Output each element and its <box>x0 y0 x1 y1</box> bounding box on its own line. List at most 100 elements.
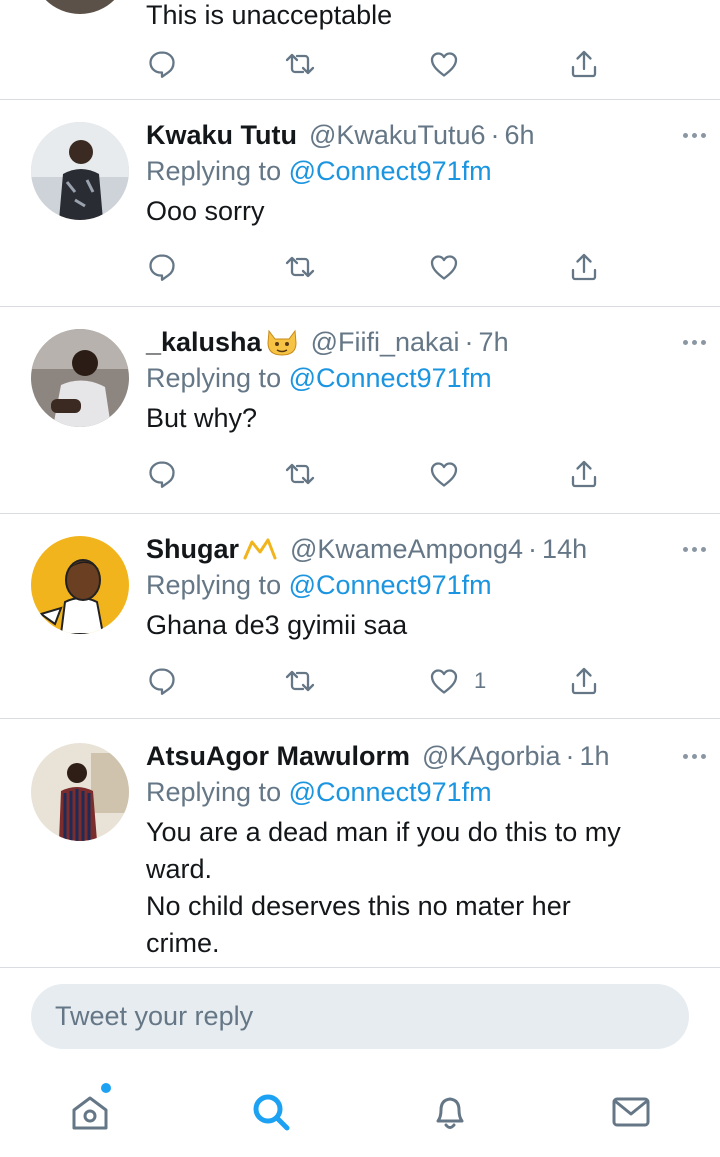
tweet-text-line: No child deserves this no mater her <box>146 891 571 921</box>
heart-icon <box>430 255 458 280</box>
timestamp: 6h <box>504 119 535 150</box>
tweet[interactable]: _kalusha @Fiifi_nakai · 7h Replying to @… <box>0 307 720 514</box>
tweet-text-line: crime. <box>146 928 220 958</box>
like-button[interactable] <box>428 48 460 80</box>
avatar[interactable] <box>31 743 129 841</box>
timestamp: 7h <box>478 326 509 357</box>
mention-link[interactable]: @Connect971fm <box>289 777 492 807</box>
like-button[interactable]: 1 <box>428 665 486 697</box>
home-icon <box>72 1096 108 1130</box>
mention-link[interactable]: @Connect971fm <box>289 570 492 600</box>
timestamp: 14h <box>542 533 588 564</box>
user-handle[interactable]: @KwameAmpong4 <box>290 534 523 565</box>
like-button[interactable] <box>428 251 474 283</box>
retweet-icon <box>285 256 315 278</box>
bottom-tab-bar <box>0 1063 720 1157</box>
tweet-text: Ooo sorry <box>146 196 265 226</box>
replying-to: Replying to @Connect971fm <box>146 570 492 600</box>
tweet-actions: 1 <box>146 665 616 705</box>
tweet-header: Kwaku Tutu @KwakuTutu6 · 6h <box>146 118 706 152</box>
reply-button[interactable] <box>146 665 178 697</box>
tweet[interactable]: Kwaku Tutu @KwakuTutu6 · 6h Replying to … <box>0 100 720 307</box>
reply-button[interactable] <box>146 458 178 490</box>
replying-to: Replying to @Connect971fm <box>146 156 492 186</box>
tweet-actions <box>146 48 616 88</box>
reply-button[interactable] <box>146 48 178 80</box>
share-button[interactable] <box>568 665 600 697</box>
tweet-text: But why? <box>146 403 258 433</box>
reply-icon <box>149 51 175 78</box>
tweet[interactable]: This is unacceptable <box>0 0 720 100</box>
tweet-text-line: You are a dead man if you do this to my <box>146 817 621 847</box>
more-options-icon[interactable] <box>683 325 706 359</box>
heart-icon <box>430 52 458 77</box>
tweet-actions <box>146 251 616 291</box>
tab-home[interactable] <box>65 1083 115 1137</box>
cat-face-emoji <box>265 327 299 357</box>
avatar[interactable] <box>31 329 129 427</box>
tweet-text: This is unacceptable <box>146 0 393 30</box>
separator-dot: · <box>490 119 500 150</box>
retweet-button[interactable] <box>284 251 316 283</box>
crown-emoji <box>242 536 278 562</box>
share-button[interactable] <box>568 458 600 490</box>
avatar[interactable] <box>31 536 129 634</box>
tweet-reply-input[interactable]: Tweet your reply <box>31 984 689 1049</box>
reply-bar: Tweet your reply <box>0 967 720 1063</box>
retweet-icon <box>285 670 315 692</box>
share-icon <box>571 667 597 695</box>
display-name[interactable]: AtsuAgor Mawulorm <box>146 741 410 772</box>
tweet-header: _kalusha @Fiifi_nakai · 7h <box>146 325 706 359</box>
retweet-icon <box>285 463 315 485</box>
share-button[interactable] <box>568 48 600 80</box>
reply-timeline: This is unacceptable Kwaku Tutu @KwakuTu… <box>0 0 720 967</box>
user-handle[interactable]: @Fiifi_nakai <box>311 327 460 358</box>
reply-icon <box>149 254 175 281</box>
tab-search[interactable] <box>246 1087 296 1137</box>
share-icon <box>571 50 597 78</box>
tweet[interactable]: AtsuAgor Mawulorm @KAgorbia · 1h Replyin… <box>0 719 720 967</box>
tweet-header: Shugar @KwameAmpong4 · 14h <box>146 532 706 566</box>
tweet[interactable]: Shugar @KwameAmpong4 · 14h Replying to @… <box>0 514 720 719</box>
share-icon <box>571 460 597 488</box>
mail-icon <box>612 1097 650 1127</box>
notification-dot <box>101 1083 111 1093</box>
retweet-button[interactable] <box>284 665 316 697</box>
tweet-text: You are a dead man if you do this to my … <box>146 814 686 962</box>
separator-dot: · <box>565 740 575 771</box>
avatar[interactable] <box>31 122 129 220</box>
retweet-button[interactable] <box>284 458 316 490</box>
reply-icon <box>149 461 175 488</box>
tweet-text: Ghana de3 gyimii saa <box>146 610 408 640</box>
display-name[interactable]: Shugar <box>146 534 239 565</box>
user-handle[interactable]: @KAgorbia <box>422 741 560 772</box>
mention-link[interactable]: @Connect971fm <box>289 363 492 393</box>
bell-icon <box>436 1097 464 1129</box>
like-button[interactable] <box>428 458 474 490</box>
retweet-icon <box>285 53 315 75</box>
display-name[interactable]: Kwaku Tutu <box>146 120 297 151</box>
reply-icon <box>149 668 175 695</box>
more-options-icon[interactable] <box>683 118 706 152</box>
retweet-button[interactable] <box>284 48 316 80</box>
more-options-icon[interactable] <box>683 532 706 566</box>
display-name[interactable]: _kalusha <box>146 327 262 358</box>
heart-icon <box>430 462 458 487</box>
timestamp: 1h <box>579 740 610 771</box>
more-options-icon[interactable] <box>683 739 706 773</box>
share-button[interactable] <box>568 251 600 283</box>
tab-notifications[interactable] <box>425 1087 475 1137</box>
mention-link[interactable]: @Connect971fm <box>289 156 492 186</box>
search-icon <box>253 1094 290 1131</box>
reply-button[interactable] <box>146 251 178 283</box>
heart-icon <box>430 669 458 694</box>
tweet-header: AtsuAgor Mawulorm @KAgorbia · 1h <box>146 739 706 773</box>
share-icon <box>571 253 597 281</box>
user-handle[interactable]: @KwakuTutu6 <box>309 120 486 151</box>
like-count: 1 <box>474 668 487 693</box>
separator-dot: · <box>528 533 538 564</box>
tab-messages[interactable] <box>606 1087 656 1137</box>
replying-to: Replying to @Connect971fm <box>146 777 492 807</box>
avatar[interactable] <box>31 0 129 14</box>
tweet-text-line: ward. <box>146 854 213 884</box>
